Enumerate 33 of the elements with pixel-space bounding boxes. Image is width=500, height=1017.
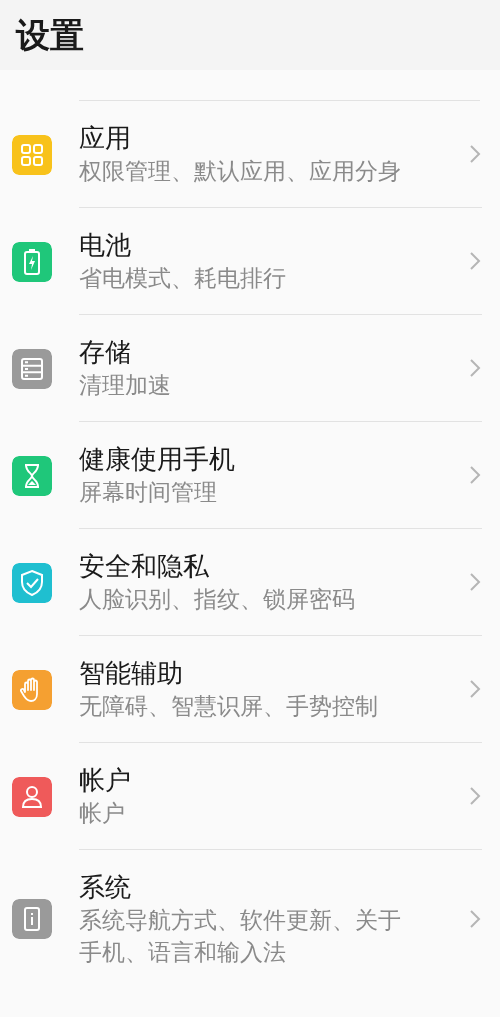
item-subtitle: 屏幕时间管理 xyxy=(79,478,217,507)
item-title: 健康使用手机 xyxy=(79,443,235,476)
item-subtitle: 省电模式、耗电排行 xyxy=(79,264,286,293)
item-title: 智能辅助 xyxy=(79,657,183,690)
settings-item[interactable]: 安全和隐私 人脸识别、指纹、锁屏密码 xyxy=(0,529,500,636)
settings-item[interactable]: 系统 系统导航方式、软件更新、关于手机、语言和输入法 xyxy=(0,850,500,988)
chevron-right-icon xyxy=(468,571,482,593)
chevron-right-icon xyxy=(468,250,482,272)
settings-item[interactable]: 健康使用手机 屏幕时间管理 xyxy=(0,422,500,529)
item-subtitle: 人脸识别、指纹、锁屏密码 xyxy=(79,585,355,614)
item-title: 应用 xyxy=(79,122,131,155)
page-title: 设置 xyxy=(16,14,84,57)
item-subtitle: 无障碍、智慧识屏、手势控制 xyxy=(79,692,378,721)
item-title: 存储 xyxy=(79,336,131,369)
item-subtitle: 帐户 xyxy=(79,799,125,828)
item-title: 电池 xyxy=(79,229,131,262)
chevron-right-icon xyxy=(468,357,482,379)
settings-item[interactable]: 帐户 帐户 xyxy=(0,743,500,850)
item-subtitle: 权限管理、默认应用、应用分身 xyxy=(79,157,401,186)
item-title: 帐户 xyxy=(79,764,131,797)
item-subtitle: 系统导航方式、软件更新、关于手机、语言和输入法 xyxy=(79,906,402,967)
settings-item[interactable]: 智能辅助 无障碍、智慧识屏、手势控制 xyxy=(0,636,500,743)
chevron-right-icon xyxy=(468,143,482,165)
chevron-right-icon xyxy=(468,464,482,486)
item-title: 安全和隐私 xyxy=(79,550,209,583)
chevron-right-icon xyxy=(468,908,482,930)
chevron-right-icon xyxy=(468,785,482,807)
item-subtitle: 清理加速 xyxy=(79,371,171,400)
settings-item[interactable]: 存储 清理加速 xyxy=(0,315,500,422)
settings-item[interactable]: 应用 权限管理、默认应用、应用分身 xyxy=(0,101,500,208)
item-title: 系统 xyxy=(79,871,131,904)
settings-item[interactable]: 电池 省电模式、耗电排行 xyxy=(0,208,500,315)
chevron-right-icon xyxy=(468,678,482,700)
